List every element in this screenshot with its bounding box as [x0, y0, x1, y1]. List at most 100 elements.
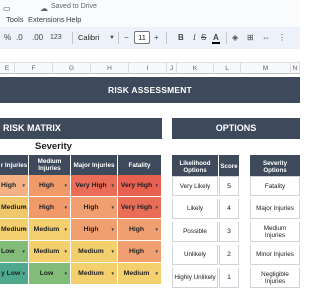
dropdown-caret-icon[interactable]: ▼ — [111, 241, 115, 263]
saved-status: Saved to Drive — [51, 3, 97, 10]
column-header[interactable]: N — [291, 63, 300, 74]
fill-color-icon[interactable]: ◈ — [232, 32, 238, 44]
toolbar: % .0 .00 123 Calibri ▼ − 11 + B I S A ◈ … — [0, 27, 300, 49]
matrix-header-medium-injuries: Medium Injuries — [29, 155, 71, 175]
risk-matrix-cell[interactable]: High ▼ — [29, 197, 71, 219]
italic-button[interactable]: I — [193, 32, 196, 44]
dropdown-caret-icon[interactable]: ▼ — [22, 263, 26, 285]
column-header[interactable]: E — [0, 63, 15, 74]
risk-matrix-cell[interactable]: Medium ▼ — [71, 241, 118, 263]
dropdown-caret-icon[interactable]: ▼ — [111, 219, 115, 241]
dropdown-caret-icon[interactable]: ▼ — [64, 219, 68, 241]
risk-matrix-cell[interactable]: Medium ▼ — [29, 219, 71, 241]
dropdown-caret-icon[interactable]: ▼ — [64, 241, 68, 263]
column-header[interactable]: I — [129, 63, 167, 74]
toolbar-divider — [226, 32, 227, 44]
severity-option: Minor Injuries — [250, 245, 300, 265]
dropdown-caret-icon[interactable]: ▼ — [155, 219, 159, 241]
column-header[interactable]: K — [177, 63, 214, 74]
matrix-header-major-injuries: Major Injuries — [71, 155, 118, 175]
chevron-down-icon[interactable]: ▼ — [109, 32, 115, 44]
risk-matrix-cell[interactable]: Very High ▼ — [118, 197, 162, 219]
menu-help[interactable]: Help — [66, 15, 81, 24]
number-format-button[interactable]: 123 — [50, 32, 62, 44]
decrease-font-size-button[interactable]: − — [124, 32, 129, 44]
risk-level-label: High — [128, 226, 145, 233]
likelihood-score: 3 — [219, 222, 239, 242]
risk-level-label: Medium — [78, 248, 104, 255]
decrease-decimal-button[interactable]: .0 — [16, 32, 23, 44]
folder-icon[interactable]: ▭ — [3, 4, 11, 13]
likelihood-score: 2 — [219, 245, 239, 265]
toolbar-divider — [72, 32, 73, 44]
dropdown-caret-icon[interactable]: ▼ — [155, 241, 159, 263]
borders-icon[interactable]: ⊞ — [247, 32, 254, 44]
dropdown-caret-icon[interactable]: ▼ — [64, 175, 68, 197]
risk-matrix-cell[interactable]: Medium ▼ — [0, 219, 29, 241]
column-header[interactable]: G — [53, 63, 91, 74]
toolbar-divider — [166, 32, 167, 44]
risk-level-label: High — [83, 204, 99, 211]
risk-matrix-cell[interactable]: High ▼ — [29, 175, 71, 197]
risk-level-label: Very High — [120, 204, 153, 211]
severity-axis-label: Severity — [35, 141, 72, 152]
risk-matrix-cell[interactable]: High ▼ — [118, 219, 162, 241]
menu-bar: ▭ ☁ Saved to Drive Tools Extensions Help — [0, 0, 300, 27]
more-options-icon[interactable]: ⋮ — [278, 32, 286, 44]
increase-decimal-button[interactable]: .00 — [32, 32, 43, 44]
menu-extensions[interactable]: Extensions — [28, 15, 65, 24]
risk-matrix-cell[interactable]: Very High ▼ — [71, 175, 118, 197]
risk-matrix-title: RISK MATRIX — [0, 118, 162, 139]
likelihood-score: 1 — [219, 268, 239, 288]
dropdown-caret-icon[interactable]: ▼ — [64, 263, 68, 285]
dropdown-caret-icon[interactable]: ▼ — [22, 175, 26, 197]
risk-level-label: Very High — [120, 182, 153, 189]
menu-tools[interactable]: Tools — [6, 15, 24, 24]
column-header[interactable]: L — [214, 63, 241, 74]
column-headers: E F G H I J K L M N — [0, 63, 300, 74]
dropdown-caret-icon[interactable]: ▼ — [64, 197, 68, 219]
dropdown-caret-icon[interactable]: ▼ — [111, 197, 115, 219]
risk-matrix-cell[interactable]: High ▼ — [118, 241, 162, 263]
risk-matrix-cell[interactable]: Medium ▼ — [118, 263, 162, 285]
risk-matrix-cell[interactable]: Very High ▼ — [118, 175, 162, 197]
strikethrough-button[interactable]: S — [201, 32, 206, 44]
dropdown-caret-icon[interactable]: ▼ — [22, 241, 26, 263]
dropdown-caret-icon[interactable]: ▼ — [111, 175, 115, 197]
risk-matrix-cell[interactable]: High ▼ — [71, 197, 118, 219]
bold-button[interactable]: B — [178, 32, 184, 44]
toolbar-divider — [118, 32, 119, 44]
likelihood-score: 5 — [219, 176, 239, 196]
cloud-saved-icon: ☁ — [40, 4, 48, 13]
risk-level-label: Medium — [33, 248, 60, 255]
increase-font-size-button[interactable]: + — [154, 32, 159, 44]
risk-matrix-cell[interactable]: High ▼ — [0, 175, 29, 197]
risk-matrix-cell[interactable]: Medium ▼ — [29, 241, 71, 263]
dropdown-caret-icon[interactable]: ▼ — [22, 219, 26, 241]
column-header[interactable]: H — [91, 63, 129, 74]
column-header[interactable]: F — [15, 63, 53, 74]
merge-cells-icon[interactable]: ⇔ — [262, 32, 270, 44]
percent-format-button[interactable]: % — [4, 32, 11, 44]
font-family-select[interactable]: Calibri — [78, 32, 99, 44]
page-title: RISK ASSESSMENT — [108, 85, 192, 95]
dropdown-caret-icon[interactable]: ▼ — [111, 263, 115, 285]
risk-matrix-cell[interactable]: Medium ▼ — [71, 263, 118, 285]
dropdown-caret-icon[interactable]: ▼ — [155, 197, 159, 219]
dropdown-caret-icon[interactable]: ▼ — [155, 263, 159, 285]
likelihood-option: Very Likely — [172, 176, 218, 196]
risk-matrix-cell[interactable]: Low ▼ — [0, 241, 29, 263]
matrix-header-minor-injuries: r Injuries — [0, 155, 29, 175]
matrix-header-fatality: Fatality — [118, 155, 162, 175]
font-size-input[interactable]: 11 — [134, 31, 150, 44]
risk-matrix-cell[interactable]: Medium ▼ — [0, 197, 29, 219]
risk-matrix-cell[interactable]: High ▼ — [71, 219, 118, 241]
dropdown-caret-icon[interactable]: ▼ — [155, 175, 159, 197]
risk-matrix-cell[interactable]: y Low ▼ — [0, 263, 29, 285]
column-header[interactable]: M — [241, 63, 291, 74]
column-header[interactable]: J — [167, 63, 177, 74]
risk-matrix-cell[interactable]: Low ▼ — [29, 263, 71, 285]
dropdown-caret-icon[interactable]: ▼ — [22, 197, 26, 219]
severity-option: Negligible Injuries — [250, 268, 300, 288]
formula-bar[interactable] — [0, 49, 300, 63]
